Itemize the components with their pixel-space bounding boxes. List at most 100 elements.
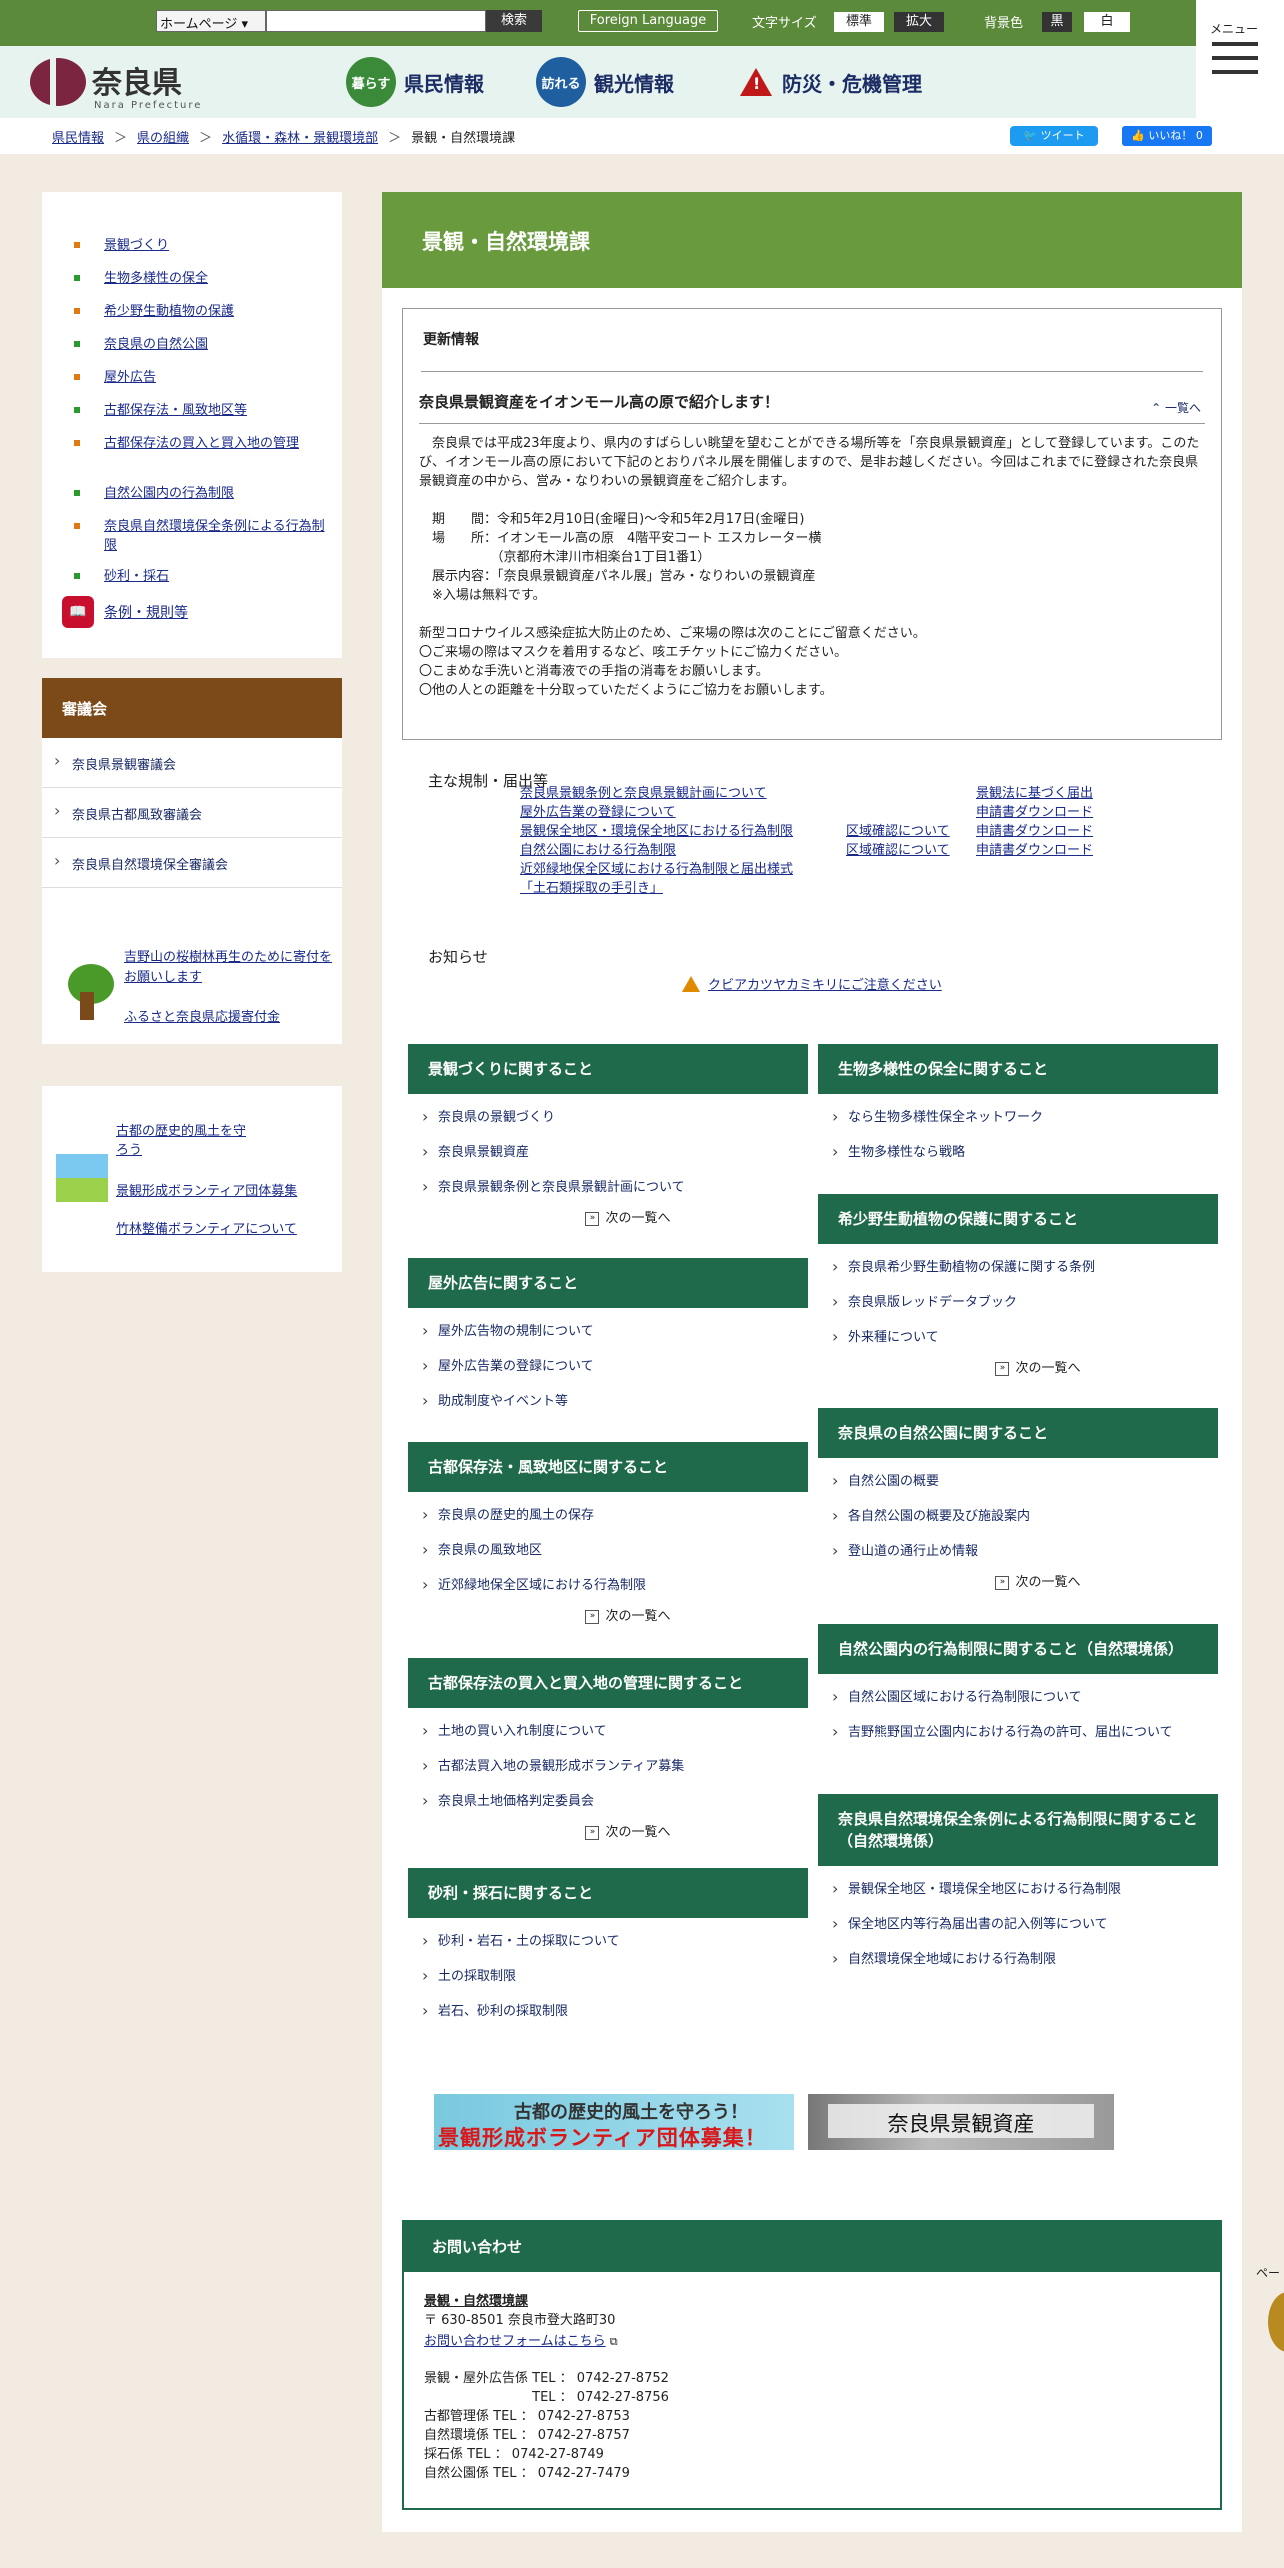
category-link[interactable]: 土地の買い入れ制度について <box>422 1721 808 1757</box>
category-link[interactable]: 自然環境保全地域における行為制限 <box>832 1949 1218 1985</box>
font-large-button[interactable]: 拡大 <box>894 12 944 32</box>
category-link[interactable]: 助成制度やイベント等 <box>422 1391 808 1427</box>
sidebar-item-label[interactable]: 景観づくり <box>104 238 169 253</box>
category-link[interactable]: 各自然公園の概要及び施設案内 <box>832 1506 1218 1542</box>
regulation-link[interactable]: 景観保全地区・環境保全地区における行為制限 <box>520 822 793 841</box>
regulation-link[interactable]: 「土石類採取の手引き」 <box>520 879 793 898</box>
site-select[interactable]: ホームページ ▾ <box>156 10 266 32</box>
sidebar-item-label[interactable]: 自然公園内の行為制限 <box>104 486 234 501</box>
tweet-button[interactable]: 🐦 ツイート <box>1010 126 1098 146</box>
sidebar-item-label[interactable]: 屋外広告 <box>104 370 156 385</box>
bg-black-button[interactable]: 黒 <box>1042 12 1072 32</box>
regulation-link[interactable]: 申請書ダウンロード <box>976 841 1093 860</box>
category-link[interactable]: 保全地区内等行為届出書の記入例等について <box>832 1914 1218 1950</box>
sidebar-item-label[interactable]: 砂利・採石 <box>104 569 169 584</box>
sidebar-item[interactable]: 奈良県の自然公園 <box>72 335 332 368</box>
search-button[interactable]: 検索 <box>486 10 542 32</box>
update-list-link[interactable]: ⌃ 一覧へ <box>1151 399 1201 416</box>
bg-white-button[interactable]: 白 <box>1084 12 1130 32</box>
regulation-link[interactable]: 屋外広告業の登録について <box>520 803 793 822</box>
category-link[interactable]: 岩石、砂利の採取制限 <box>422 2001 808 2037</box>
like-button[interactable]: 👍 いいね！ 0 <box>1122 126 1212 146</box>
regulation-link[interactable]: 自然公園における行為制限 <box>520 841 793 860</box>
sidebar-item[interactable]: 古都保存法・風致地区等 <box>72 401 332 434</box>
contact-form-link[interactable]: お問い合わせフォームはこちら <box>424 2334 606 2349</box>
category-link[interactable]: 奈良県の景観づくり <box>422 1107 808 1143</box>
category-link[interactable]: 古都法買入地の景観形成ボランティア募集 <box>422 1756 808 1792</box>
bullet-icon <box>74 341 80 347</box>
volunteer-banner[interactable]: 古都の歴史的風土を守ろう！ 景観形成ボランティア団体募集！ <box>434 2094 794 2150</box>
category-link[interactable]: 屋外広告物の規制について <box>422 1321 808 1357</box>
regulation-link[interactable]: 区域確認について <box>846 822 950 841</box>
rules-link[interactable]: 条例・規則等 <box>104 602 188 622</box>
nav-tourism[interactable]: 訪れる 観光情報 <box>536 56 674 108</box>
page-top-label[interactable]: ペー <box>1256 2264 1280 2281</box>
sidebar-item[interactable]: 自然公園内の行為制限 <box>72 484 332 517</box>
category-link[interactable]: 奈良県土地価格判定委員会 <box>422 1791 808 1827</box>
sidebar-item-label[interactable]: 奈良県自然環境保全条例による行為制限 <box>104 519 325 553</box>
notice-link[interactable]: クビアカツヤカミキリにご注意ください <box>708 974 942 993</box>
sidebar-item-council[interactable]: 奈良県古都風致審議会 <box>42 788 342 838</box>
sidebar-item[interactable]: 生物多様性の保全 <box>72 269 332 302</box>
volunteer-link-fudo[interactable]: 古都の歴史的風土を守ろう <box>116 1122 256 1160</box>
category-link[interactable]: 奈良県の歴史的風土の保存 <box>422 1505 808 1541</box>
category-link[interactable]: 砂利・岩石・土の採取について <box>422 1931 808 1967</box>
page-title: 景観・自然環境課 <box>422 230 590 254</box>
category-link[interactable]: 自然公園区域における行為制限について <box>832 1687 1218 1723</box>
category-link[interactable]: 吉野熊野国立公園内における行為の許可、届出について <box>832 1722 1218 1758</box>
foreign-language-button[interactable]: Foreign Language <box>578 10 718 32</box>
volunteer-link-keikan[interactable]: 景観形成ボランティア団体募集 <box>116 1180 297 1199</box>
sidebar-item-label[interactable]: 生物多様性の保全 <box>104 271 208 286</box>
sidebar-item-label[interactable]: 古都保存法・風致地区等 <box>104 403 247 418</box>
breadcrumb-link[interactable]: 県の組織 <box>137 127 189 146</box>
search-input[interactable] <box>266 10 486 32</box>
donation-link-yoshino[interactable]: 吉野山の桜樹林再生のために寄付をお願いします <box>124 948 334 988</box>
category-link[interactable]: 景観保全地区・環境保全地区における行為制限 <box>832 1879 1218 1915</box>
regulation-link[interactable]: 奈良県景観条例と奈良県景観計画について <box>520 784 793 803</box>
category-link[interactable]: なら生物多様性保全ネットワーク <box>832 1107 1218 1143</box>
sidebar-item-council[interactable]: 奈良県自然環境保全審議会 <box>42 838 342 888</box>
sidebar-item-council[interactable]: 奈良県景観審議会 <box>42 738 342 788</box>
update-body-line <box>419 605 1205 624</box>
breadcrumb-link[interactable]: 県民情報 <box>52 127 104 146</box>
category-link[interactable]: 生物多様性なら戦略 <box>832 1142 1218 1178</box>
sidebar-rules-link[interactable]: 📖 条例・規則等 <box>62 596 188 628</box>
category-link[interactable]: 奈良県希少野生動植物の保護に関する条例 <box>832 1257 1218 1293</box>
category-link[interactable]: 登山道の通行止め情報 <box>832 1541 1218 1577</box>
bg-color-label: 背景色 <box>984 16 1024 31</box>
sidebar-item[interactable]: 古都保存法の買入と買入地の管理 <box>72 434 332 484</box>
category-link[interactable]: 土の採取制限 <box>422 1966 808 2002</box>
category-link[interactable]: 奈良県景観条例と奈良県景観計画について <box>422 1177 808 1213</box>
regulation-link[interactable]: 区域確認について <box>846 841 950 860</box>
menu-button[interactable]: メニュー <box>1196 0 1284 118</box>
breadcrumb-link[interactable]: 水循環・森林・景観環境部 <box>222 127 378 146</box>
font-standard-button[interactable]: 標準 <box>834 12 884 32</box>
category-link[interactable]: 奈良県景観資産 <box>422 1142 808 1178</box>
volunteer-link-chikurin[interactable]: 竹林整備ボランティアについて <box>116 1218 297 1237</box>
nav-residents[interactable]: 暮らす 県民情報 <box>346 56 484 108</box>
category-link[interactable]: 近郊緑地保全区域における行為制限 <box>422 1575 808 1611</box>
sidebar-item-label[interactable]: 古都保存法の買入と買入地の管理 <box>104 436 299 451</box>
category-link[interactable]: 屋外広告業の登録について <box>422 1356 808 1392</box>
category-link[interactable]: 奈良県の風致地区 <box>422 1540 808 1576</box>
regulation-link[interactable]: 申請書ダウンロード <box>976 822 1093 841</box>
sidebar-item[interactable]: 奈良県自然環境保全条例による行為制限 <box>72 517 332 567</box>
nav-disaster[interactable]: 防災・危機管理 <box>740 56 922 108</box>
keikan-shisan-banner[interactable]: 奈良県景観資産 <box>808 2094 1114 2150</box>
donation-link-furusato[interactable]: ふるさと奈良県応援寄付金 <box>124 1006 280 1025</box>
regulation-link[interactable]: 景観法に基づく届出 <box>976 784 1093 803</box>
category-link[interactable]: 自然公園の概要 <box>832 1471 1218 1507</box>
contact-header: お問い合わせ <box>404 2222 1220 2272</box>
site-logo[interactable]: 奈良県 Nara Prefecture <box>30 54 210 114</box>
sidebar-item[interactable]: 景観づくり <box>72 236 332 269</box>
sidebar-item-label[interactable]: 希少野生動植物の保護 <box>104 304 234 319</box>
regulation-link[interactable]: 近郊緑地保全区域における行為制限と届出様式 <box>520 860 793 879</box>
page-top-button[interactable] <box>1268 2292 1284 2352</box>
category-link[interactable]: 外来種について <box>832 1327 1218 1363</box>
sidebar-item[interactable]: 希少野生動植物の保護 <box>72 302 332 335</box>
sidebar-item-label[interactable]: 奈良県の自然公園 <box>104 337 208 352</box>
category-link[interactable]: 奈良県版レッドデータブック <box>832 1292 1218 1328</box>
sidebar-item[interactable]: 屋外広告 <box>72 368 332 401</box>
chevron-right-icon: ＞ <box>199 131 213 146</box>
regulation-link[interactable]: 申請書ダウンロード <box>976 803 1093 822</box>
